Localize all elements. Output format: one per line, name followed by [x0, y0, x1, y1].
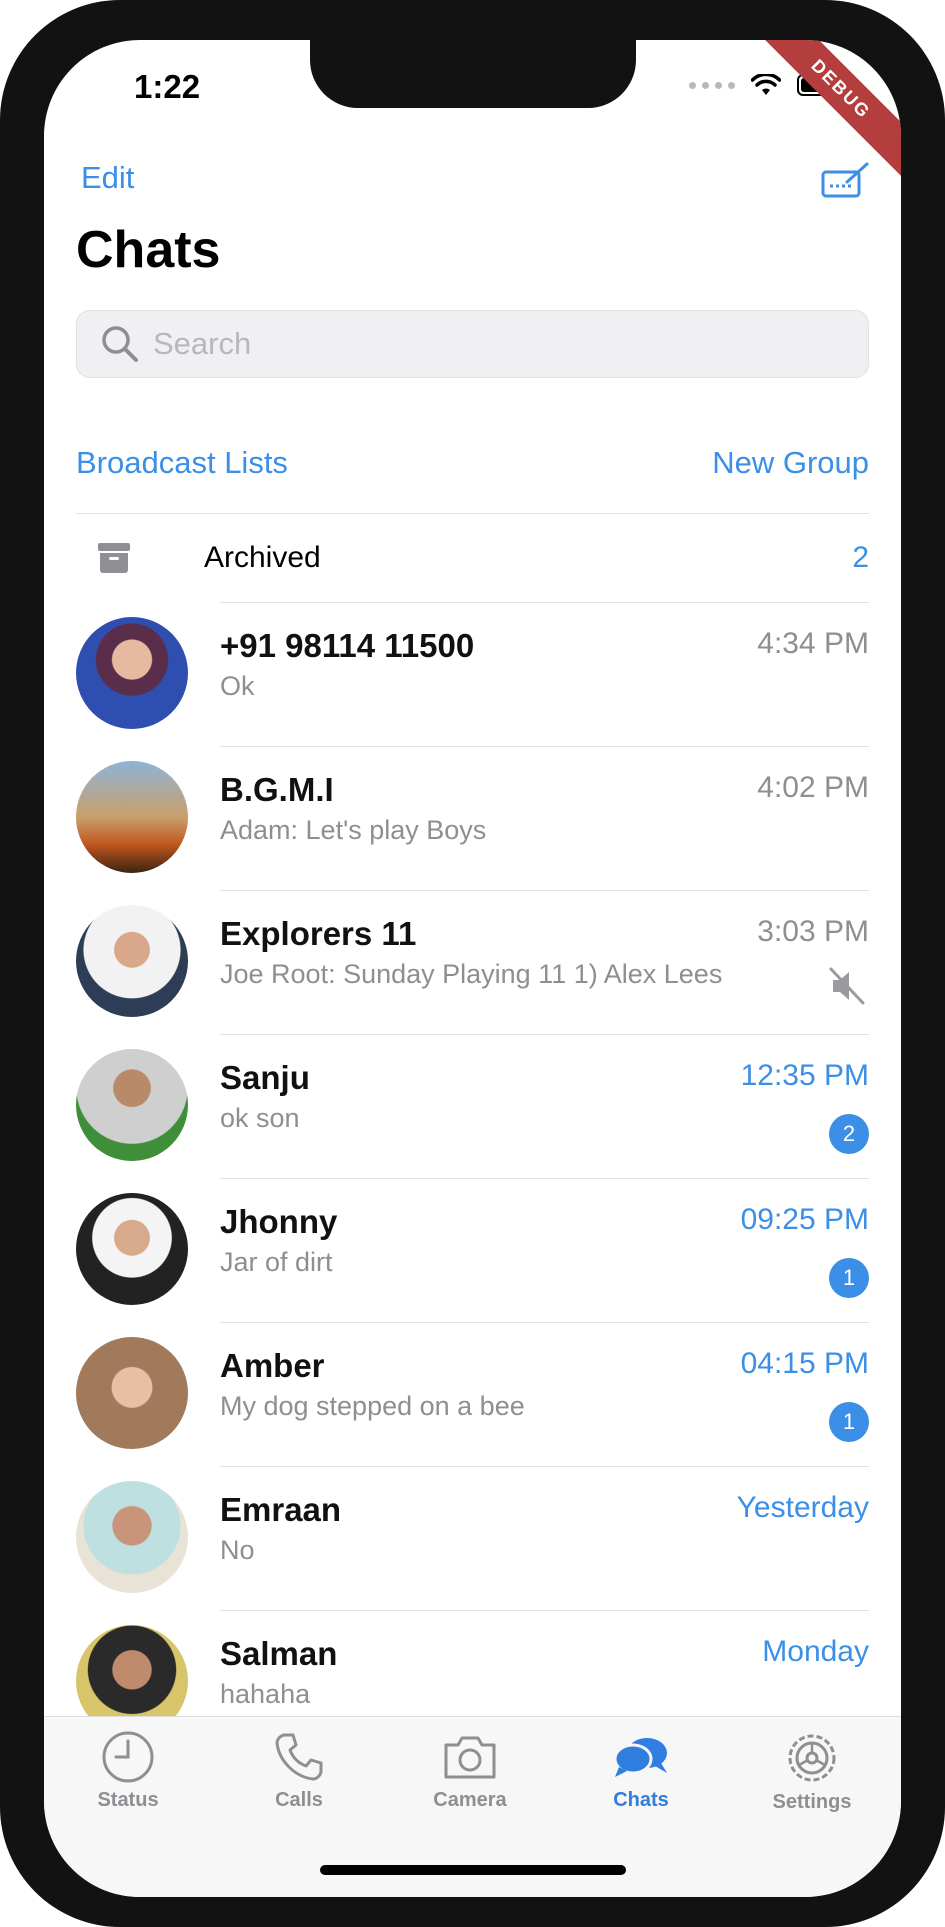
tab-label: Settings	[772, 1791, 852, 1813]
unread-badge: 1	[829, 1402, 869, 1442]
chat-message: hahaha	[220, 1679, 311, 1709]
status-time: 1:22	[134, 68, 201, 105]
chat-time: 4:34 PM	[757, 627, 869, 660]
camera-icon	[444, 1736, 496, 1779]
chat-time: Monday	[762, 1635, 869, 1668]
compose-icon[interactable]	[821, 162, 871, 203]
chat-time: 09:25 PM	[740, 1203, 869, 1236]
search-icon	[102, 326, 138, 362]
chat-row[interactable]: +91 98114 11500 Ok 4:34 PM	[76, 603, 869, 747]
chat-message: Joe Root: Sunday Playing 11 1) Alex Lees	[220, 959, 723, 989]
avatar	[76, 1193, 188, 1305]
chat-name: Explorers 11	[220, 915, 417, 952]
chat-message: Adam: Let's play Boys	[220, 815, 487, 845]
phone-frame: 1:22 DEBUG Edit Chats Search Broadcast L…	[0, 0, 945, 1927]
archived-row[interactable]: Archived 2	[76, 514, 869, 602]
tab-settings[interactable]: Settings	[752, 1729, 872, 1814]
avatar	[76, 1049, 188, 1161]
chat-name: +91 98114 11500	[220, 627, 475, 664]
muted-icon	[829, 967, 865, 1005]
notch	[310, 40, 636, 108]
search-input[interactable]: Search	[76, 310, 869, 378]
avatar	[76, 617, 188, 729]
tab-calls[interactable]: Calls	[239, 1729, 359, 1812]
chat-message: Jar of dirt	[220, 1247, 333, 1277]
chat-message: No	[220, 1535, 255, 1565]
new-group-link[interactable]: New Group	[712, 445, 869, 481]
unread-badge: 1	[829, 1258, 869, 1298]
tab-status[interactable]: Status	[68, 1729, 188, 1812]
avatar	[76, 1481, 188, 1593]
avatar	[76, 1337, 188, 1449]
chat-name: Jhonny	[220, 1203, 338, 1240]
chat-name: Salman	[220, 1635, 338, 1672]
tab-label: Calls	[275, 1789, 323, 1811]
archived-label: Archived	[204, 541, 321, 574]
chat-time: 04:15 PM	[740, 1347, 869, 1380]
chat-message: Ok	[220, 671, 255, 701]
tab-label: Camera	[433, 1789, 507, 1811]
chat-row[interactable]: Sanju ok son 12:35 PM 2	[76, 1035, 869, 1179]
chat-name: B.G.M.I	[220, 771, 334, 808]
chat-time: 4:02 PM	[757, 771, 869, 804]
broadcast-lists-link[interactable]: Broadcast Lists	[76, 445, 288, 481]
tab-camera[interactable]: Camera	[410, 1729, 530, 1812]
debug-banner: DEBUG	[735, 40, 901, 195]
signal-icon	[689, 81, 735, 89]
chat-time: 3:03 PM	[757, 915, 869, 948]
unread-badge: 2	[829, 1114, 869, 1154]
archived-count: 2	[852, 541, 869, 574]
tab-bar: Status Calls Camera Chats Settings	[44, 1716, 901, 1897]
avatar	[76, 905, 188, 1017]
chat-name: Amber	[220, 1347, 325, 1384]
chat-message: ok son	[220, 1103, 300, 1133]
chat-time: 12:35 PM	[740, 1059, 869, 1092]
avatar	[76, 761, 188, 873]
tab-label: Chats	[613, 1789, 669, 1811]
gear-icon	[788, 1734, 836, 1782]
chat-message: My dog stepped on a bee	[220, 1391, 525, 1421]
search-placeholder: Search	[153, 326, 252, 361]
chat-bubbles-icon	[613, 1738, 667, 1777]
wifi-icon	[751, 74, 781, 95]
clock-icon	[102, 1731, 154, 1783]
chat-row[interactable]: Jhonny Jar of dirt 09:25 PM 1	[76, 1179, 869, 1323]
home-indicator	[320, 1865, 626, 1875]
phone-icon	[275, 1733, 323, 1781]
list-actions: Broadcast Lists New Group	[76, 445, 869, 481]
archive-icon	[98, 543, 130, 573]
page-title: Chats	[76, 221, 221, 279]
chat-row[interactable]: B.G.M.I Adam: Let's play Boys 4:02 PM	[76, 747, 869, 891]
chat-row[interactable]: Explorers 11 Joe Root: Sunday Playing 11…	[76, 891, 869, 1035]
tab-chats[interactable]: Chats	[581, 1729, 701, 1812]
edit-button[interactable]: Edit	[81, 160, 134, 196]
chat-name: Sanju	[220, 1059, 310, 1096]
chat-time: Yesterday	[736, 1491, 869, 1524]
tab-label: Status	[97, 1789, 159, 1811]
chat-row[interactable]: Emraan No Yesterday	[76, 1467, 869, 1611]
chat-row[interactable]: Amber My dog stepped on a bee 04:15 PM 1	[76, 1323, 869, 1467]
screen: 1:22 DEBUG Edit Chats Search Broadcast L…	[44, 40, 901, 1897]
chat-name: Emraan	[220, 1491, 342, 1528]
